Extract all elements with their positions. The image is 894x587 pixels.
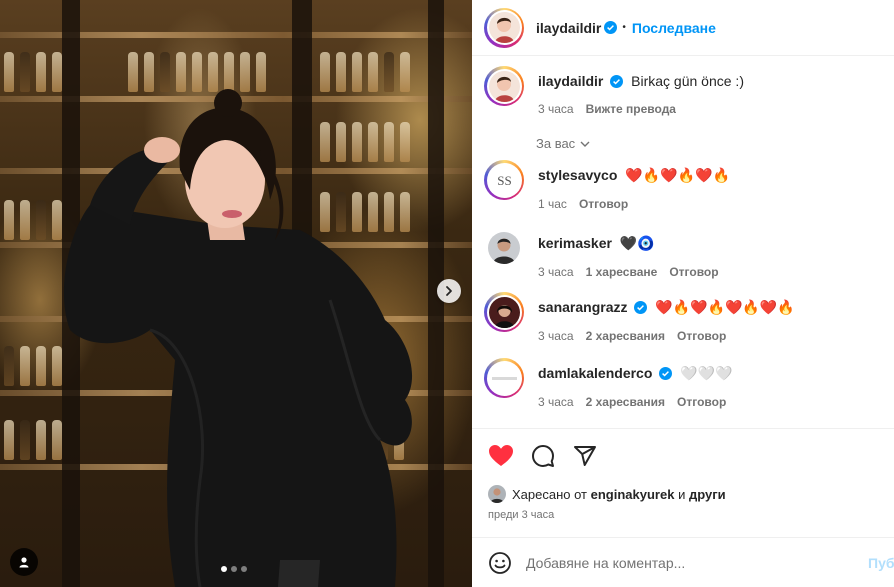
emoji-icon[interactable]: [488, 551, 512, 575]
caption-row: ilaydaildir Birkaç gün önce :) 3 часа Ви…: [484, 66, 882, 116]
caption-text: Birkaç gün önce :): [631, 73, 744, 89]
user-tags-button[interactable]: [10, 548, 38, 576]
post-side-panel: ilaydaildir • Последване ilaydaildir Bir…: [472, 0, 894, 587]
comment-item: SS stylesavyco ❤️🔥❤️🔥❤️🔥 1 час Отговор: [484, 160, 882, 211]
author-avatar[interactable]: [484, 7, 524, 48]
comment-likes[interactable]: 2 харесвания: [586, 395, 665, 409]
carousel-dot-active: [221, 566, 227, 572]
reply-button[interactable]: Отговор: [579, 197, 628, 211]
comment-username[interactable]: kerimasker: [538, 235, 612, 251]
likes-conj: и: [678, 486, 686, 502]
comment-text: 🤍🤍🤍: [680, 366, 733, 382]
verified-icon: [634, 301, 648, 314]
like-button[interactable]: [488, 443, 514, 469]
liker-username[interactable]: enginakyurek: [591, 487, 675, 502]
sort-label: За вас: [536, 136, 576, 151]
see-translation-link[interactable]: Вижте превода: [586, 102, 676, 116]
post-media: [0, 0, 472, 587]
svg-text:SS: SS: [497, 173, 511, 188]
person-figure: [63, 89, 413, 587]
comment-likes[interactable]: 2 харесвания: [586, 329, 665, 343]
comment-icon: [532, 445, 554, 467]
comment-item: damlakalenderco 🤍🤍🤍 3 часа 2 харесвания …: [484, 358, 882, 409]
carousel-dots: [221, 566, 247, 572]
chevron-down-icon: [580, 141, 590, 147]
comment-likes[interactable]: 1 харесване: [586, 265, 658, 279]
comment-text: ❤️🔥❤️🔥❤️🔥: [625, 168, 730, 184]
caption-time[interactable]: 3 часа: [538, 102, 574, 116]
comment-username[interactable]: stylesavyco: [538, 167, 617, 183]
comment-time[interactable]: 1 час: [538, 197, 567, 211]
comment-item: sanarangrazz ❤️🔥❤️🔥❤️🔥❤️🔥 3 часа 2 харес…: [484, 292, 882, 343]
comment-avatar[interactable]: [488, 232, 520, 264]
carousel-dot: [241, 566, 247, 572]
likes-others-link[interactable]: други: [689, 487, 726, 502]
verified-icon: [610, 75, 624, 88]
comments-list[interactable]: ilaydaildir Birkaç gün önce :) 3 часа Ви…: [472, 56, 894, 428]
comment-username[interactable]: sanarangrazz: [538, 299, 627, 315]
follow-button[interactable]: Последване: [632, 20, 716, 36]
verified-icon: [604, 21, 618, 34]
next-arrow-icon: [446, 286, 452, 296]
likes-summary: Харесано от enginakyurek и други: [488, 485, 726, 503]
share-button[interactable]: [572, 443, 598, 469]
author-username[interactable]: ilaydaildir: [536, 20, 601, 36]
carousel-dot: [231, 566, 237, 572]
comment-avatar[interactable]: [484, 358, 524, 398]
user-tag-icon: [19, 557, 29, 568]
heart-icon: [489, 445, 513, 466]
post-comment-button[interactable]: Публикуване: [868, 555, 894, 571]
comment-input[interactable]: [526, 554, 856, 571]
comment-avatar[interactable]: SS: [484, 160, 524, 200]
comment-text: ❤️🔥❤️🔥❤️🔥❤️🔥: [655, 300, 795, 316]
comment-button[interactable]: [530, 443, 556, 469]
next-slide-button[interactable]: [437, 279, 461, 303]
comment-text: 🖤🧿: [619, 236, 655, 252]
caption-username[interactable]: ilaydaildir: [538, 73, 603, 89]
comment-time[interactable]: 3 часа: [538, 265, 574, 279]
comment-composer: Публикуване: [472, 537, 894, 587]
reply-button[interactable]: Отговор: [677, 395, 726, 409]
comment-avatar[interactable]: [484, 292, 524, 332]
post-actions-section: Харесано от enginakyurek и други преди 3…: [472, 428, 894, 530]
reply-button[interactable]: Отговор: [677, 329, 726, 343]
comment-item: kerimasker 🖤🧿 3 часа 1 харесване Отговор: [484, 228, 882, 279]
liker-avatar[interactable]: [488, 485, 506, 503]
post-header: ilaydaildir • Последване: [472, 0, 894, 56]
caption-author-avatar[interactable]: [484, 66, 524, 106]
comment-sort-dropdown[interactable]: За вас: [536, 136, 591, 151]
comment-time[interactable]: 3 часа: [538, 329, 574, 343]
comment-username[interactable]: damlakalenderco: [538, 365, 652, 381]
separator-dot: •: [622, 22, 626, 33]
post-timestamp[interactable]: преди 3 часа: [488, 509, 554, 521]
verified-icon: [659, 367, 673, 380]
comment-time[interactable]: 3 часа: [538, 395, 574, 409]
share-icon: [574, 446, 596, 466]
reply-button[interactable]: Отговор: [669, 265, 718, 279]
likes-prefix: Харесано от: [512, 486, 588, 502]
